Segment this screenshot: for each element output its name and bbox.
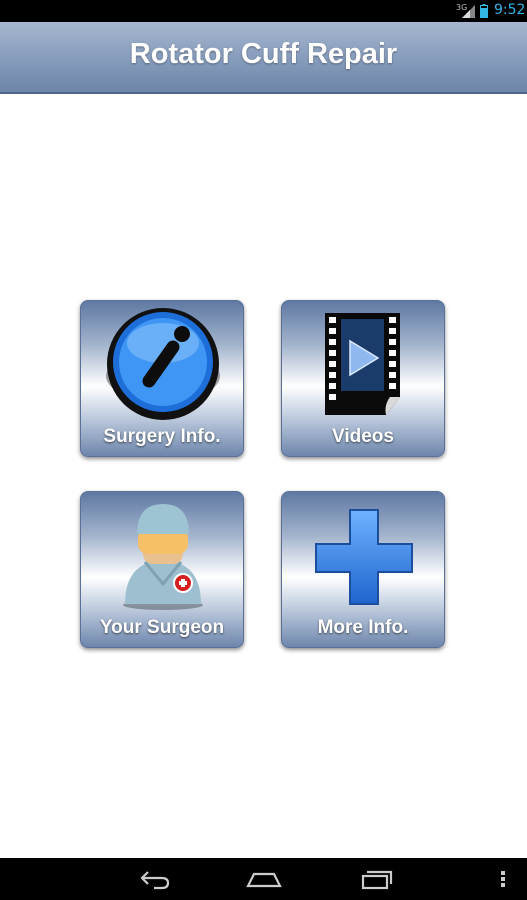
info-icon: [106, 308, 220, 420]
surgery-info-button[interactable]: Surgery Info.: [80, 300, 244, 457]
status-bar: 3G 9:52: [0, 0, 527, 22]
recents-icon[interactable]: [357, 866, 397, 892]
menu-icon[interactable]: [495, 866, 511, 892]
clock: 9:52: [494, 2, 526, 18]
battery-icon: [480, 4, 488, 18]
videos-label: Videos: [332, 426, 394, 447]
your-surgeon-label: Your Surgeon: [99, 617, 225, 638]
surgery-info-label: Surgery Info.: [103, 426, 221, 447]
navigation-bar: [0, 858, 527, 900]
more-info-label: More Info.: [317, 617, 409, 638]
page-title: Rotator Cuff Repair: [129, 38, 398, 70]
back-icon[interactable]: [134, 866, 174, 892]
surgeon-icon: [123, 504, 203, 610]
plus-icon: [315, 509, 413, 605]
your-surgeon-button[interactable]: Your Surgeon: [80, 491, 244, 648]
app-header: Rotator Cuff Repair: [0, 22, 527, 94]
videos-button[interactable]: Videos: [281, 300, 445, 457]
video-film-icon: [325, 313, 400, 415]
signal-icon: [462, 5, 475, 18]
more-info-button[interactable]: More Info.: [281, 491, 445, 648]
home-icon[interactable]: [244, 866, 284, 892]
